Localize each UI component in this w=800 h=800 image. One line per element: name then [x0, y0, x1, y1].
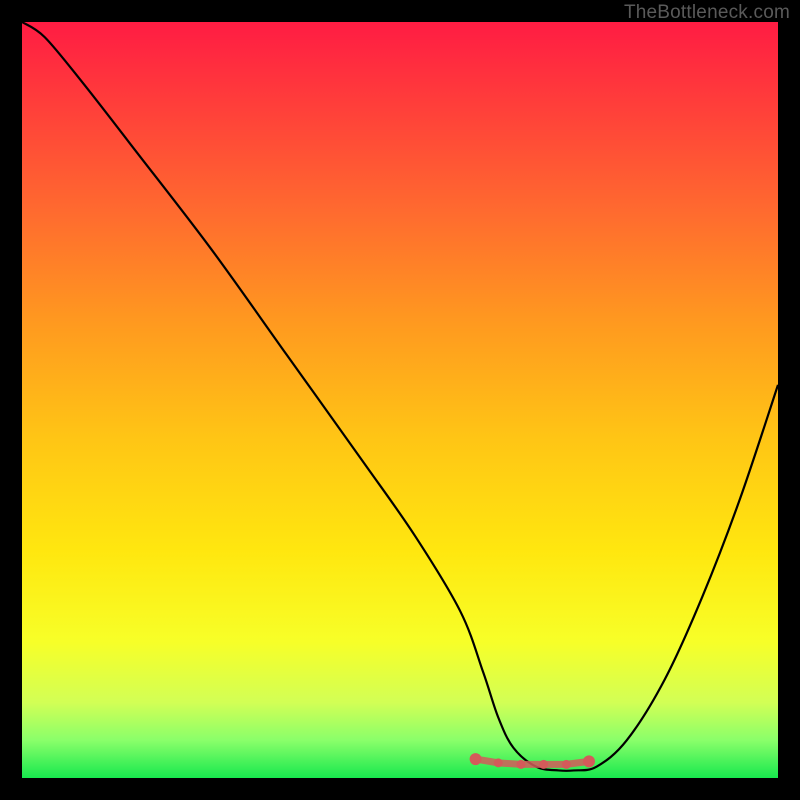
chart-svg: [22, 22, 778, 778]
marker-dot: [562, 760, 571, 769]
marker-group: [470, 753, 595, 769]
marker-dot: [583, 755, 595, 767]
bottleneck-curve: [22, 22, 778, 771]
marker-dot: [516, 760, 525, 769]
marker-dot: [539, 760, 548, 769]
chart-container: TheBottleneck.com: [0, 0, 800, 800]
marker-dot: [470, 753, 482, 765]
marker-dot: [494, 758, 503, 767]
marker-connector: [476, 759, 589, 764]
watermark-text: TheBottleneck.com: [624, 2, 790, 24]
